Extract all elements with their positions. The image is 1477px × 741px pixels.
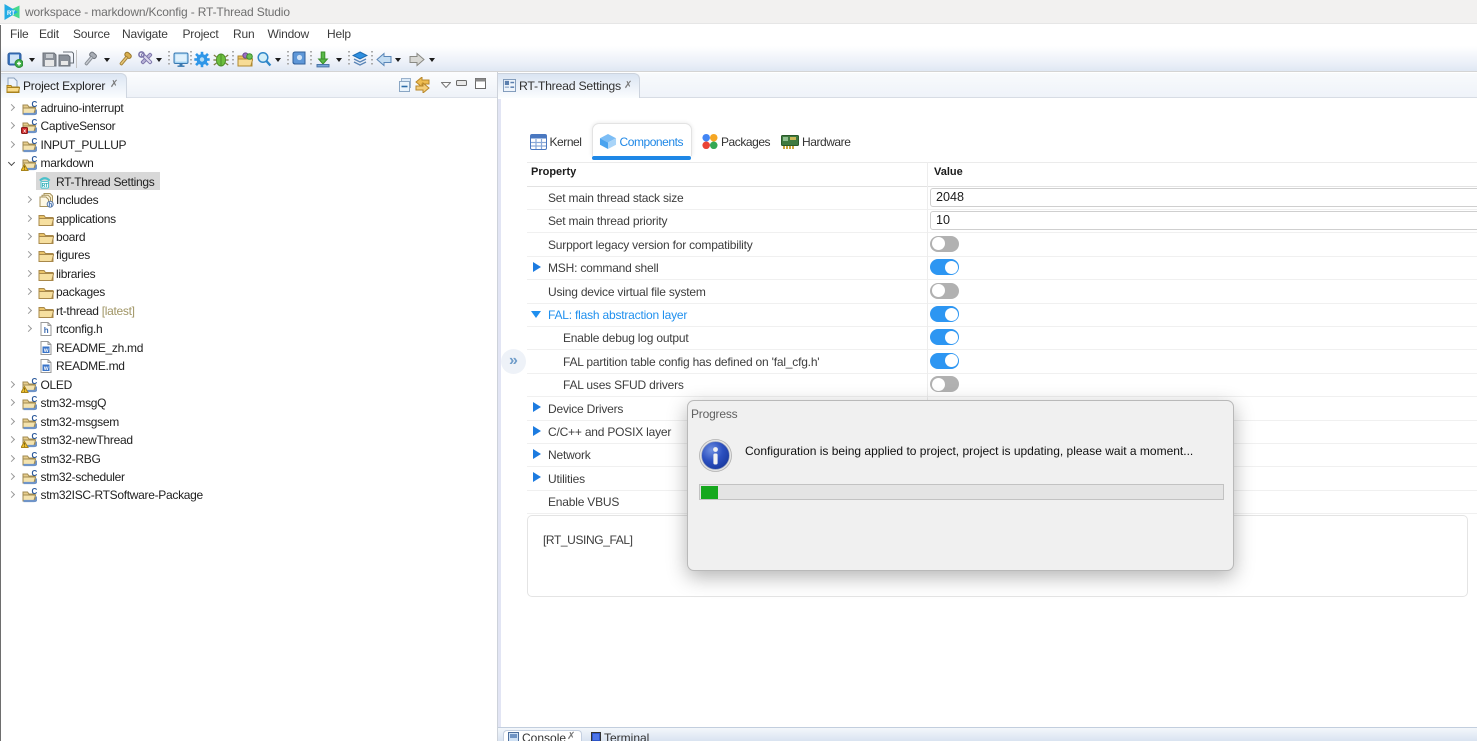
svg-text:C: C — [32, 432, 38, 441]
svg-text:C: C — [32, 137, 38, 146]
svg-text:C: C — [32, 377, 38, 386]
svg-text:C: C — [32, 118, 38, 127]
svg-text:C: C — [32, 451, 38, 460]
svg-text:C: C — [32, 395, 38, 404]
svg-text:w: w — [43, 366, 49, 372]
svg-text:C: C — [32, 469, 38, 478]
svg-text:RT: RT — [7, 11, 15, 17]
svg-text:C: C — [32, 155, 38, 164]
svg-text:w: w — [43, 348, 49, 354]
svg-text:C: C — [32, 100, 38, 109]
svg-text:C: C — [32, 414, 38, 423]
svg-text:h: h — [44, 326, 49, 335]
svg-text:C: C — [32, 487, 38, 496]
